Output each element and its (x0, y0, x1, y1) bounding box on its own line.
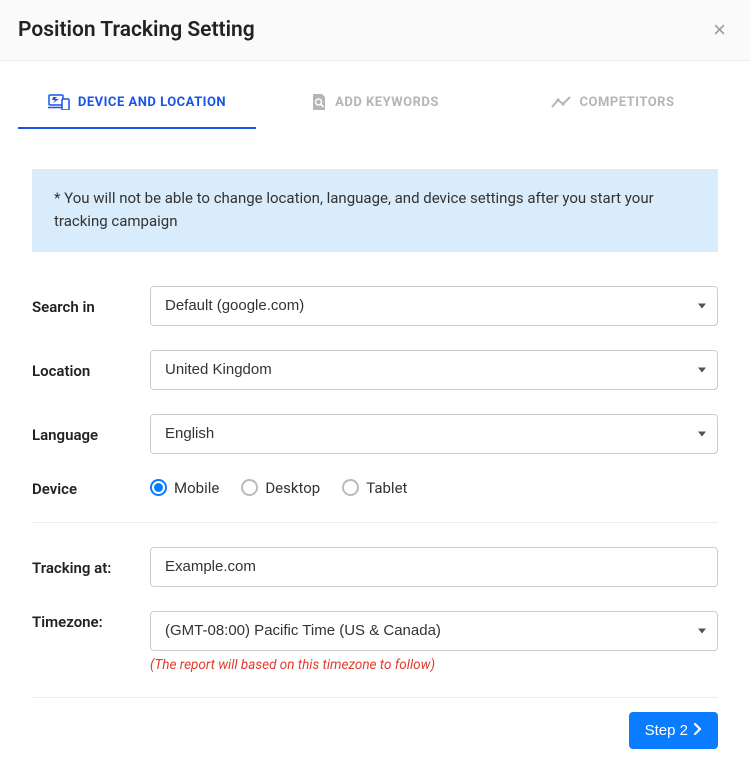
label-location: Location (32, 360, 150, 380)
label-language: Language (32, 424, 150, 444)
tab-label: ADD KEYWORDS (335, 95, 439, 110)
radio-label: Tablet (366, 479, 407, 497)
tab-label: COMPETITORS (579, 95, 674, 110)
row-search-in: Search in Default (google.com) (32, 286, 718, 326)
label-search-in: Search in (32, 296, 150, 316)
radio-icon (241, 479, 258, 496)
tab-add-keywords[interactable]: ADD KEYWORDS (256, 81, 494, 129)
row-location: Location United Kingdom (32, 350, 718, 390)
close-button[interactable]: × (709, 19, 730, 41)
label-tracking-at: Tracking at: (32, 557, 150, 577)
add-keywords-icon (311, 93, 327, 111)
row-device: Device Mobile Desktop Tablet (32, 478, 718, 498)
search-in-select[interactable]: Default (google.com) (150, 286, 718, 326)
next-step-button[interactable]: Step 2 (629, 712, 718, 749)
row-tracking-at: Tracking at: (32, 547, 718, 587)
footer: Step 2 (32, 697, 718, 749)
timezone-select[interactable]: (GMT-08:00) Pacific Time (US & Canada) (150, 611, 718, 651)
info-box: * You will not be able to change locatio… (32, 169, 718, 252)
modal-title: Position Tracking Setting (18, 18, 255, 42)
device-radio-mobile[interactable]: Mobile (150, 479, 219, 497)
radio-label: Desktop (265, 479, 320, 497)
modal-header: Position Tracking Setting × (0, 0, 750, 61)
device-radio-tablet[interactable]: Tablet (342, 479, 407, 497)
location-select[interactable]: United Kingdom (150, 350, 718, 390)
next-step-label: Step 2 (645, 722, 688, 739)
language-select[interactable]: English (150, 414, 718, 454)
chevron-right-icon (694, 722, 702, 739)
tabs: DEVICE AND LOCATION ADD KEYWORDS COMPE (0, 81, 750, 129)
position-tracking-modal: Position Tracking Setting × DEVICE AND L… (0, 0, 750, 777)
timezone-help: (The report will based on this timezone … (150, 657, 718, 673)
devices-icon (48, 94, 70, 110)
tracking-at-input[interactable] (150, 547, 718, 587)
radio-label: Mobile (174, 479, 219, 497)
tab-competitors[interactable]: COMPETITORS (494, 81, 732, 129)
trend-icon (551, 96, 571, 108)
divider (32, 522, 718, 523)
row-language: Language English (32, 414, 718, 454)
radio-icon (150, 479, 167, 496)
row-timezone: Timezone: (GMT-08:00) Pacific Time (US &… (32, 611, 718, 673)
device-radio-desktop[interactable]: Desktop (241, 479, 320, 497)
label-device: Device (32, 478, 150, 498)
tab-label: DEVICE AND LOCATION (78, 95, 226, 110)
tab-device-location[interactable]: DEVICE AND LOCATION (18, 81, 256, 129)
device-radio-group: Mobile Desktop Tablet (150, 479, 718, 497)
content: * You will not be able to change locatio… (0, 169, 750, 777)
label-timezone: Timezone: (32, 611, 150, 631)
radio-icon (342, 479, 359, 496)
